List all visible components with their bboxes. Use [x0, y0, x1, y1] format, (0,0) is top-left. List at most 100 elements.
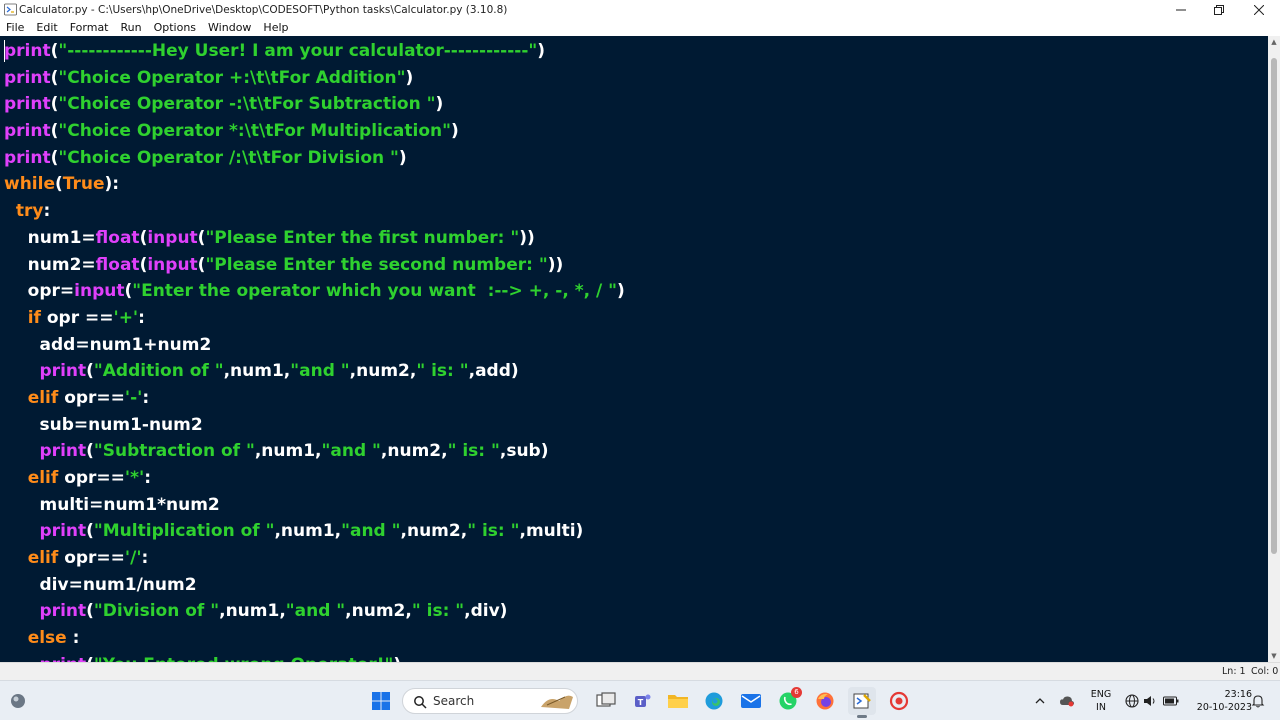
code-line[interactable]: multi=num1*num2	[4, 492, 625, 519]
menu-edit[interactable]: Edit	[30, 19, 63, 36]
code-token: )	[393, 655, 401, 662]
code-line[interactable]: else :	[4, 625, 625, 652]
minimize-button[interactable]	[1162, 0, 1200, 19]
clock-date[interactable]: 20-10-2023	[1190, 702, 1252, 713]
code-token: " is: "	[447, 441, 500, 462]
code-token: "Choice Operator +:\t\tFor Addition"	[58, 67, 406, 88]
show-hidden-icons-icon[interactable]	[1028, 687, 1052, 715]
code-line[interactable]: num2=float(input("Please Enter the secon…	[4, 252, 625, 279]
task-view-icon[interactable]	[592, 687, 620, 715]
widgets-icon[interactable]	[4, 687, 32, 715]
code-token: "Subtraction of "	[93, 441, 255, 462]
code-line[interactable]: print("Choice Operator -:\t\tFor Subtrac…	[4, 91, 625, 118]
title-bar: Calculator.py - C:\Users\hp\OneDrive\Des…	[0, 0, 1280, 19]
network-globe-icon[interactable]	[1122, 687, 1142, 715]
taskbar: Search T 6 ENG IN 23:16 20-10-2023	[0, 680, 1280, 720]
region-code[interactable]: IN	[1090, 702, 1112, 713]
status-column-number: Col: 0	[1251, 666, 1279, 677]
volume-icon[interactable]	[1140, 687, 1160, 715]
code-line[interactable]: elif opr=='-':	[4, 385, 625, 412]
code-token: print	[39, 521, 87, 542]
code-line[interactable]: print("Choice Operator +:\t\tFor Additio…	[4, 65, 625, 92]
code-token: elif	[27, 468, 59, 488]
start-button[interactable]	[367, 687, 395, 715]
search-highlight-icon	[539, 691, 575, 715]
taskbar-search-box[interactable]: Search	[402, 688, 578, 714]
language-code[interactable]: ENG	[1090, 689, 1112, 700]
code-line[interactable]: div=num1/num2	[4, 572, 625, 599]
code-token: ,num2,	[349, 361, 417, 382]
code-token: "Choice Operator *:\t\tFor Multiplicatio…	[58, 121, 452, 142]
code-token: float	[95, 227, 140, 248]
screen-recorder-icon[interactable]	[885, 687, 913, 715]
code-token: (	[55, 174, 63, 195]
code-token: "and "	[290, 361, 350, 382]
idle-taskbar-icon[interactable]	[848, 687, 876, 718]
code-line[interactable]: print("Addition of ",num1,"and ",num2," …	[4, 358, 625, 385]
menu-window[interactable]: Window	[202, 19, 257, 36]
whatsapp-icon[interactable]: 6	[774, 687, 802, 715]
mail-icon[interactable]	[737, 687, 765, 715]
menu-run[interactable]: Run	[115, 19, 148, 36]
code-line[interactable]: print("Division of ",num1,"and ",num2," …	[4, 598, 625, 625]
code-line[interactable]: add=num1+num2	[4, 332, 625, 359]
battery-icon[interactable]	[1160, 687, 1182, 715]
notification-bell-icon[interactable]	[1248, 687, 1268, 715]
code-token: try	[15, 201, 44, 222]
menu-file[interactable]: File	[0, 19, 30, 36]
code-line[interactable]: try:	[4, 198, 625, 225]
code-token: "You Entered wrong Operator!"	[94, 655, 393, 662]
scroll-up-icon[interactable]: ▲	[1270, 38, 1278, 46]
code-line[interactable]: opr=input("Enter the operator which you …	[4, 278, 625, 305]
menu-help[interactable]: Help	[257, 19, 294, 36]
code-token: opr ==	[40, 307, 114, 328]
code-token: "and "	[321, 441, 381, 462]
code-line[interactable]: print("Choice Operator /:\t\tFor Divisio…	[4, 145, 625, 172]
code-token: opr==	[58, 387, 125, 408]
teams-icon[interactable]: T	[628, 687, 656, 715]
code-line[interactable]: print("Multiplication of ",num1,"and ",n…	[4, 518, 625, 545]
code-token: ,num1,	[223, 361, 291, 382]
code-token: "Choice Operator -:\t\tFor Subtraction "	[58, 94, 436, 115]
edge-browser-icon[interactable]	[700, 687, 728, 715]
code-line[interactable]: print("Subtraction of ",num1,"and ",num2…	[4, 438, 625, 465]
file-explorer-icon[interactable]	[664, 687, 692, 715]
menu-options[interactable]: Options	[148, 19, 202, 36]
code-token: "Addition of "	[93, 361, 224, 382]
code-line[interactable]: while(True):	[4, 171, 625, 198]
code-token: "Choice Operator /:\t\tFor Division "	[58, 147, 399, 168]
code-line[interactable]: print("You Entered wrong Operator!")	[4, 652, 625, 662]
code-token: print	[4, 147, 51, 168]
firefox-icon[interactable]	[811, 687, 839, 715]
code-line[interactable]: num1=float(input("Please Enter the first…	[4, 225, 625, 252]
close-button[interactable]	[1240, 0, 1278, 19]
code-token: while	[4, 174, 55, 195]
vertical-scrollbar[interactable]: ▲ ▼	[1268, 36, 1280, 662]
menu-format[interactable]: Format	[64, 19, 115, 36]
menu-bar: File Edit Format Run Options Window Help	[0, 19, 1280, 36]
code-token: :	[66, 628, 80, 649]
code-line[interactable]: print("Choice Operator *:\t\tFor Multipl…	[4, 118, 625, 145]
scroll-thumb[interactable]	[1271, 58, 1277, 554]
code-line[interactable]: print("------------Hey User! I am your c…	[4, 38, 625, 65]
code-line[interactable]: elif opr=='*':	[4, 465, 625, 492]
code-token: ,num1,	[274, 521, 342, 542]
code-line[interactable]: if opr =='+':	[4, 305, 625, 332]
code-token: :	[141, 548, 149, 569]
code-token: opr==	[58, 468, 125, 488]
cloud-status-icon[interactable]	[1055, 687, 1079, 715]
scroll-down-icon[interactable]: ▼	[1270, 652, 1278, 660]
code-line[interactable]: elif opr=='/':	[4, 545, 625, 572]
clock-time[interactable]: 23:16	[1212, 689, 1252, 700]
code-editor[interactable]: print("------------Hey User! I am your c…	[0, 36, 1268, 662]
code-token: :	[138, 307, 145, 328]
code-token: div=num1/num2	[4, 574, 197, 595]
restore-button[interactable]	[1200, 0, 1238, 19]
search-icon	[413, 694, 427, 713]
code-line[interactable]: sub=num1-num2	[4, 412, 625, 439]
code-token: '+'	[113, 307, 139, 328]
